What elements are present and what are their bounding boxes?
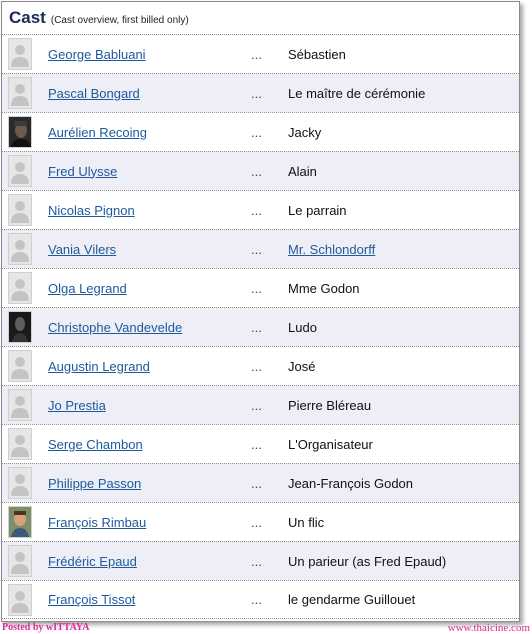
site-watermark: www.thaicine.com	[447, 622, 530, 634]
posted-by-watermark: Posted by wITTAYA	[2, 622, 90, 633]
separator-dots: ...	[251, 319, 262, 335]
cast-row: Philippe Passon... Jean-François Godon	[2, 463, 519, 502]
actor-name-link[interactable]: Philippe Passon	[48, 476, 141, 491]
person-placeholder-icon[interactable]	[8, 389, 32, 421]
person-placeholder-icon[interactable]	[8, 350, 32, 382]
actor-photo[interactable]	[8, 311, 32, 343]
cast-row: Augustin Legrand... José	[2, 346, 519, 385]
character-name-link[interactable]: Mr. Schlondorff	[288, 242, 375, 257]
separator-dots: ...	[251, 592, 262, 607]
cast-row: Fred Ulysse... Alain	[2, 151, 519, 190]
actor-name-link[interactable]: François Rimbau	[48, 515, 146, 530]
actor-name-link[interactable]: Christophe Vandevelde	[48, 320, 182, 335]
character-name: Alain	[288, 163, 317, 179]
separator-dots: ...	[251, 163, 262, 179]
character-name: Le parrain	[288, 202, 347, 218]
separator-dots: ...	[251, 436, 262, 452]
separator-dots: ...	[251, 553, 262, 569]
cast-subtitle: (Cast overview, first billed only)	[50, 15, 189, 26]
character-name: Ludo	[288, 319, 317, 335]
cast-panel: Cast (Cast overview, first billed only) …	[1, 1, 520, 622]
person-placeholder-icon[interactable]	[8, 428, 32, 460]
cast-row: Pascal Bongard... Le maître de cérémonie	[2, 73, 519, 112]
person-placeholder-icon[interactable]	[8, 194, 32, 226]
actor-name-link[interactable]: Jo Prestia	[48, 398, 106, 413]
separator-dots: ...	[251, 124, 262, 140]
person-placeholder-icon[interactable]	[8, 467, 32, 499]
actor-name-link[interactable]: George Babluani	[48, 47, 146, 62]
actor-name-link[interactable]: Serge Chambon	[48, 437, 143, 452]
cast-row: Serge Chambon... L'Organisateur	[2, 424, 519, 463]
character-name: L'Organisateur	[288, 436, 373, 452]
separator-dots: ...	[251, 202, 262, 218]
separator-dots: ...	[251, 358, 262, 374]
actor-name-link[interactable]: Fred Ulysse	[48, 164, 117, 179]
cast-title: Cast	[9, 8, 46, 27]
actor-name-link[interactable]: Vania Vilers	[48, 242, 116, 257]
actor-name-link[interactable]: Olga Legrand	[48, 281, 127, 296]
cast-row: Aurélien Recoing... Jacky	[2, 112, 519, 151]
character-name: Le maître de cérémonie	[288, 85, 426, 101]
cast-header: Cast (Cast overview, first billed only)	[2, 2, 519, 34]
character-name: Un flic	[288, 514, 325, 530]
actor-name-link[interactable]: Nicolas Pignon	[48, 203, 135, 218]
person-placeholder-icon[interactable]	[8, 155, 32, 187]
person-placeholder-icon[interactable]	[8, 233, 32, 265]
actor-name-link[interactable]: François Tissot	[48, 592, 135, 607]
person-placeholder-icon[interactable]	[8, 38, 32, 70]
cast-row: Olga Legrand... Mme Godon	[2, 268, 519, 307]
character-name: Sébastien	[288, 46, 346, 62]
character-name: Mme Godon	[288, 280, 360, 296]
separator-dots: ...	[251, 280, 262, 296]
cast-row: George Babluani... Sébastien	[2, 34, 519, 73]
cast-row: Christophe Vandevelde... Ludo	[2, 307, 519, 346]
person-placeholder-icon[interactable]	[8, 584, 32, 616]
actor-photo[interactable]	[8, 116, 32, 148]
separator-dots: ...	[251, 475, 262, 491]
actor-name-link[interactable]: Aurélien Recoing	[48, 125, 147, 140]
separator-dots: ...	[251, 241, 262, 257]
cast-list: George Babluani... Sébastien Pascal Bongar…	[2, 34, 519, 619]
character-name: Jean-François Godon	[288, 475, 414, 491]
person-placeholder-icon[interactable]	[8, 77, 32, 109]
cast-row: François Rimbau... Un flic	[2, 502, 519, 541]
character-name: José	[288, 358, 316, 374]
actor-name-link[interactable]: Augustin Legrand	[48, 359, 150, 374]
separator-dots: ...	[251, 397, 262, 413]
person-placeholder-icon[interactable]	[8, 272, 32, 304]
character-name: le gendarme Guillouet	[288, 592, 416, 607]
character-name: Pierre Bléreau	[288, 397, 372, 413]
person-placeholder-icon[interactable]	[8, 545, 32, 577]
cast-row: Frédéric Epaud... Un parieur (as Fred Epa…	[2, 541, 519, 580]
actor-name-link[interactable]: Frédéric Epaud	[48, 554, 137, 569]
cast-row: Jo Prestia... Pierre Bléreau	[2, 385, 519, 424]
separator-dots: ...	[251, 46, 262, 62]
actor-photo[interactable]	[8, 506, 32, 538]
cast-row: Nicolas Pignon... Le parrain	[2, 190, 519, 229]
character-name: Un parieur (as Fred Epaud)	[288, 553, 447, 569]
cast-row: Vania Vilers... Mr. Schlondorff	[2, 229, 519, 268]
character-name: Jacky	[288, 124, 322, 140]
actor-name-link[interactable]: Pascal Bongard	[48, 86, 140, 101]
cast-row: François Tissot... le gendarme Guillouet	[2, 580, 519, 619]
separator-dots: ...	[251, 514, 262, 530]
separator-dots: ...	[251, 85, 262, 101]
